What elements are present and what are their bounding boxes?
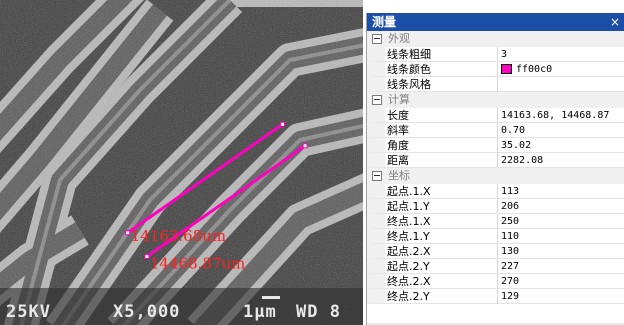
- property-row[interactable]: 角度 35.02: [367, 138, 624, 153]
- group-header[interactable]: 外观: [367, 31, 624, 47]
- property-value[interactable]: 130: [498, 244, 624, 259]
- property-value[interactable]: 250: [498, 214, 624, 229]
- color-swatch[interactable]: [501, 64, 512, 74]
- sem-noise-overlay: [0, 0, 363, 325]
- property-value[interactable]: 206: [498, 199, 624, 214]
- collapse-icon[interactable]: [372, 170, 382, 181]
- endpoint-handle[interactable]: [125, 230, 131, 236]
- property-value[interactable]: 227: [498, 259, 624, 274]
- property-name: 终点.2.X: [367, 274, 498, 289]
- property-row[interactable]: 起点.1.Y 206: [367, 199, 624, 214]
- sem-image[interactable]: 14163.68um 14468.87um 25KV X5,000 1μm WD…: [0, 0, 363, 325]
- property-value-text: 227: [501, 260, 520, 272]
- endpoint-handle[interactable]: [302, 143, 308, 149]
- accelerating-voltage: 25KV: [6, 302, 51, 322]
- group-header[interactable]: 计算: [367, 92, 624, 108]
- property-value[interactable]: 270: [498, 274, 624, 289]
- property-value[interactable]: 113: [498, 184, 624, 199]
- group-header[interactable]: 坐标: [367, 168, 624, 184]
- scale-label: 1μm: [243, 302, 277, 322]
- property-name: 起点.1.Y: [367, 199, 498, 214]
- sem-canvas[interactable]: 14163.68um 14468.87um 25KV X5,000 1μm WD…: [0, 0, 363, 325]
- property-value[interactable]: 14163.68, 14468.87: [498, 108, 624, 123]
- property-name: 起点.1.X: [367, 184, 498, 199]
- property-value[interactable]: [498, 77, 624, 92]
- property-value[interactable]: 129: [498, 289, 624, 304]
- property-name: 线条颜色: [367, 62, 498, 77]
- property-row[interactable]: 终点.2.X 270: [367, 274, 624, 289]
- property-row[interactable]: 终点.1.Y 110: [367, 229, 624, 244]
- magnification: X5,000: [113, 302, 180, 322]
- property-value-text: 2282.08: [501, 154, 544, 166]
- close-icon[interactable]: ×: [610, 13, 620, 31]
- property-value-text: 113: [501, 185, 520, 197]
- measurement-label-1: 14163.68um: [131, 227, 226, 245]
- panel-title: 测量: [372, 15, 397, 29]
- property-name: 斜率: [367, 123, 498, 138]
- property-value[interactable]: 2282.08: [498, 153, 624, 168]
- property-row[interactable]: 线条颜色 ff00c0: [367, 62, 624, 77]
- property-value[interactable]: ff00c0: [498, 62, 624, 77]
- property-name: 起点.2.X: [367, 244, 498, 259]
- property-row[interactable]: 线条粗细 3: [367, 47, 624, 62]
- property-value-text: 14163.68, 14468.87: [501, 109, 610, 121]
- property-value-text: 110: [501, 230, 520, 242]
- property-name: 角度: [367, 138, 498, 153]
- property-grid: 外观 线条粗细 3 线条颜色 ff00c0 线条风格 计算 长度 14163.68, 14468…: [367, 31, 624, 304]
- measurement-label-2: 14468.87um: [150, 255, 245, 273]
- property-name: 终点.1.Y: [367, 229, 498, 244]
- property-name: 距离: [367, 153, 498, 168]
- property-row[interactable]: 线条风格: [367, 77, 624, 92]
- property-value-text: 206: [501, 200, 520, 212]
- property-name: 线条粗细: [367, 47, 498, 62]
- property-row[interactable]: 距离 2282.08: [367, 153, 624, 168]
- measurement-properties-panel: 测量 × 外观 线条粗细 3 线条颜色 ff00c0 线条风格 计算 长度 14163.68, …: [366, 13, 624, 325]
- property-name: 起点.2.Y: [367, 259, 498, 274]
- property-value[interactable]: 3: [498, 47, 624, 62]
- property-row[interactable]: 起点.1.X 113: [367, 184, 624, 199]
- property-row[interactable]: 终点.2.Y 129: [367, 289, 624, 304]
- collapse-icon[interactable]: [372, 94, 382, 105]
- property-name: 长度: [367, 108, 498, 123]
- property-name: 线条风格: [367, 77, 498, 92]
- property-row[interactable]: 起点.2.X 130: [367, 244, 624, 259]
- property-value-text: 129: [501, 290, 520, 302]
- property-value[interactable]: 110: [498, 229, 624, 244]
- property-row[interactable]: 斜率 0.70: [367, 123, 624, 138]
- property-row[interactable]: 终点.1.X 250: [367, 214, 624, 229]
- scale-bar-icon: [262, 296, 280, 299]
- property-value-text: 130: [501, 245, 520, 257]
- property-value-text: 35.02: [501, 139, 532, 151]
- property-value[interactable]: 35.02: [498, 138, 624, 153]
- property-value[interactable]: 0.70: [498, 123, 624, 138]
- property-row[interactable]: 起点.2.Y 227: [367, 259, 624, 274]
- property-row[interactable]: 长度 14163.68, 14468.87: [367, 108, 624, 123]
- property-value-text: 0.70: [501, 124, 526, 136]
- property-value-text: 270: [501, 275, 520, 287]
- property-value-text: 250: [501, 215, 520, 227]
- sem-info-bar: 25KV X5,000 1μm WD 8: [0, 288, 363, 325]
- group-label: 坐标: [388, 169, 410, 182]
- panel-title-bar[interactable]: 测量 ×: [367, 13, 624, 31]
- endpoint-handle[interactable]: [144, 254, 150, 260]
- endpoint-handle[interactable]: [280, 121, 285, 127]
- property-name: 终点.2.Y: [367, 289, 498, 304]
- group-label: 外观: [388, 32, 410, 45]
- working-distance: WD 8: [296, 302, 341, 322]
- property-value-text: 3: [501, 48, 508, 60]
- property-value-text: ff00c0: [516, 63, 553, 75]
- group-label: 计算: [388, 93, 410, 106]
- collapse-icon[interactable]: [372, 33, 382, 44]
- property-name: 终点.1.X: [367, 214, 498, 229]
